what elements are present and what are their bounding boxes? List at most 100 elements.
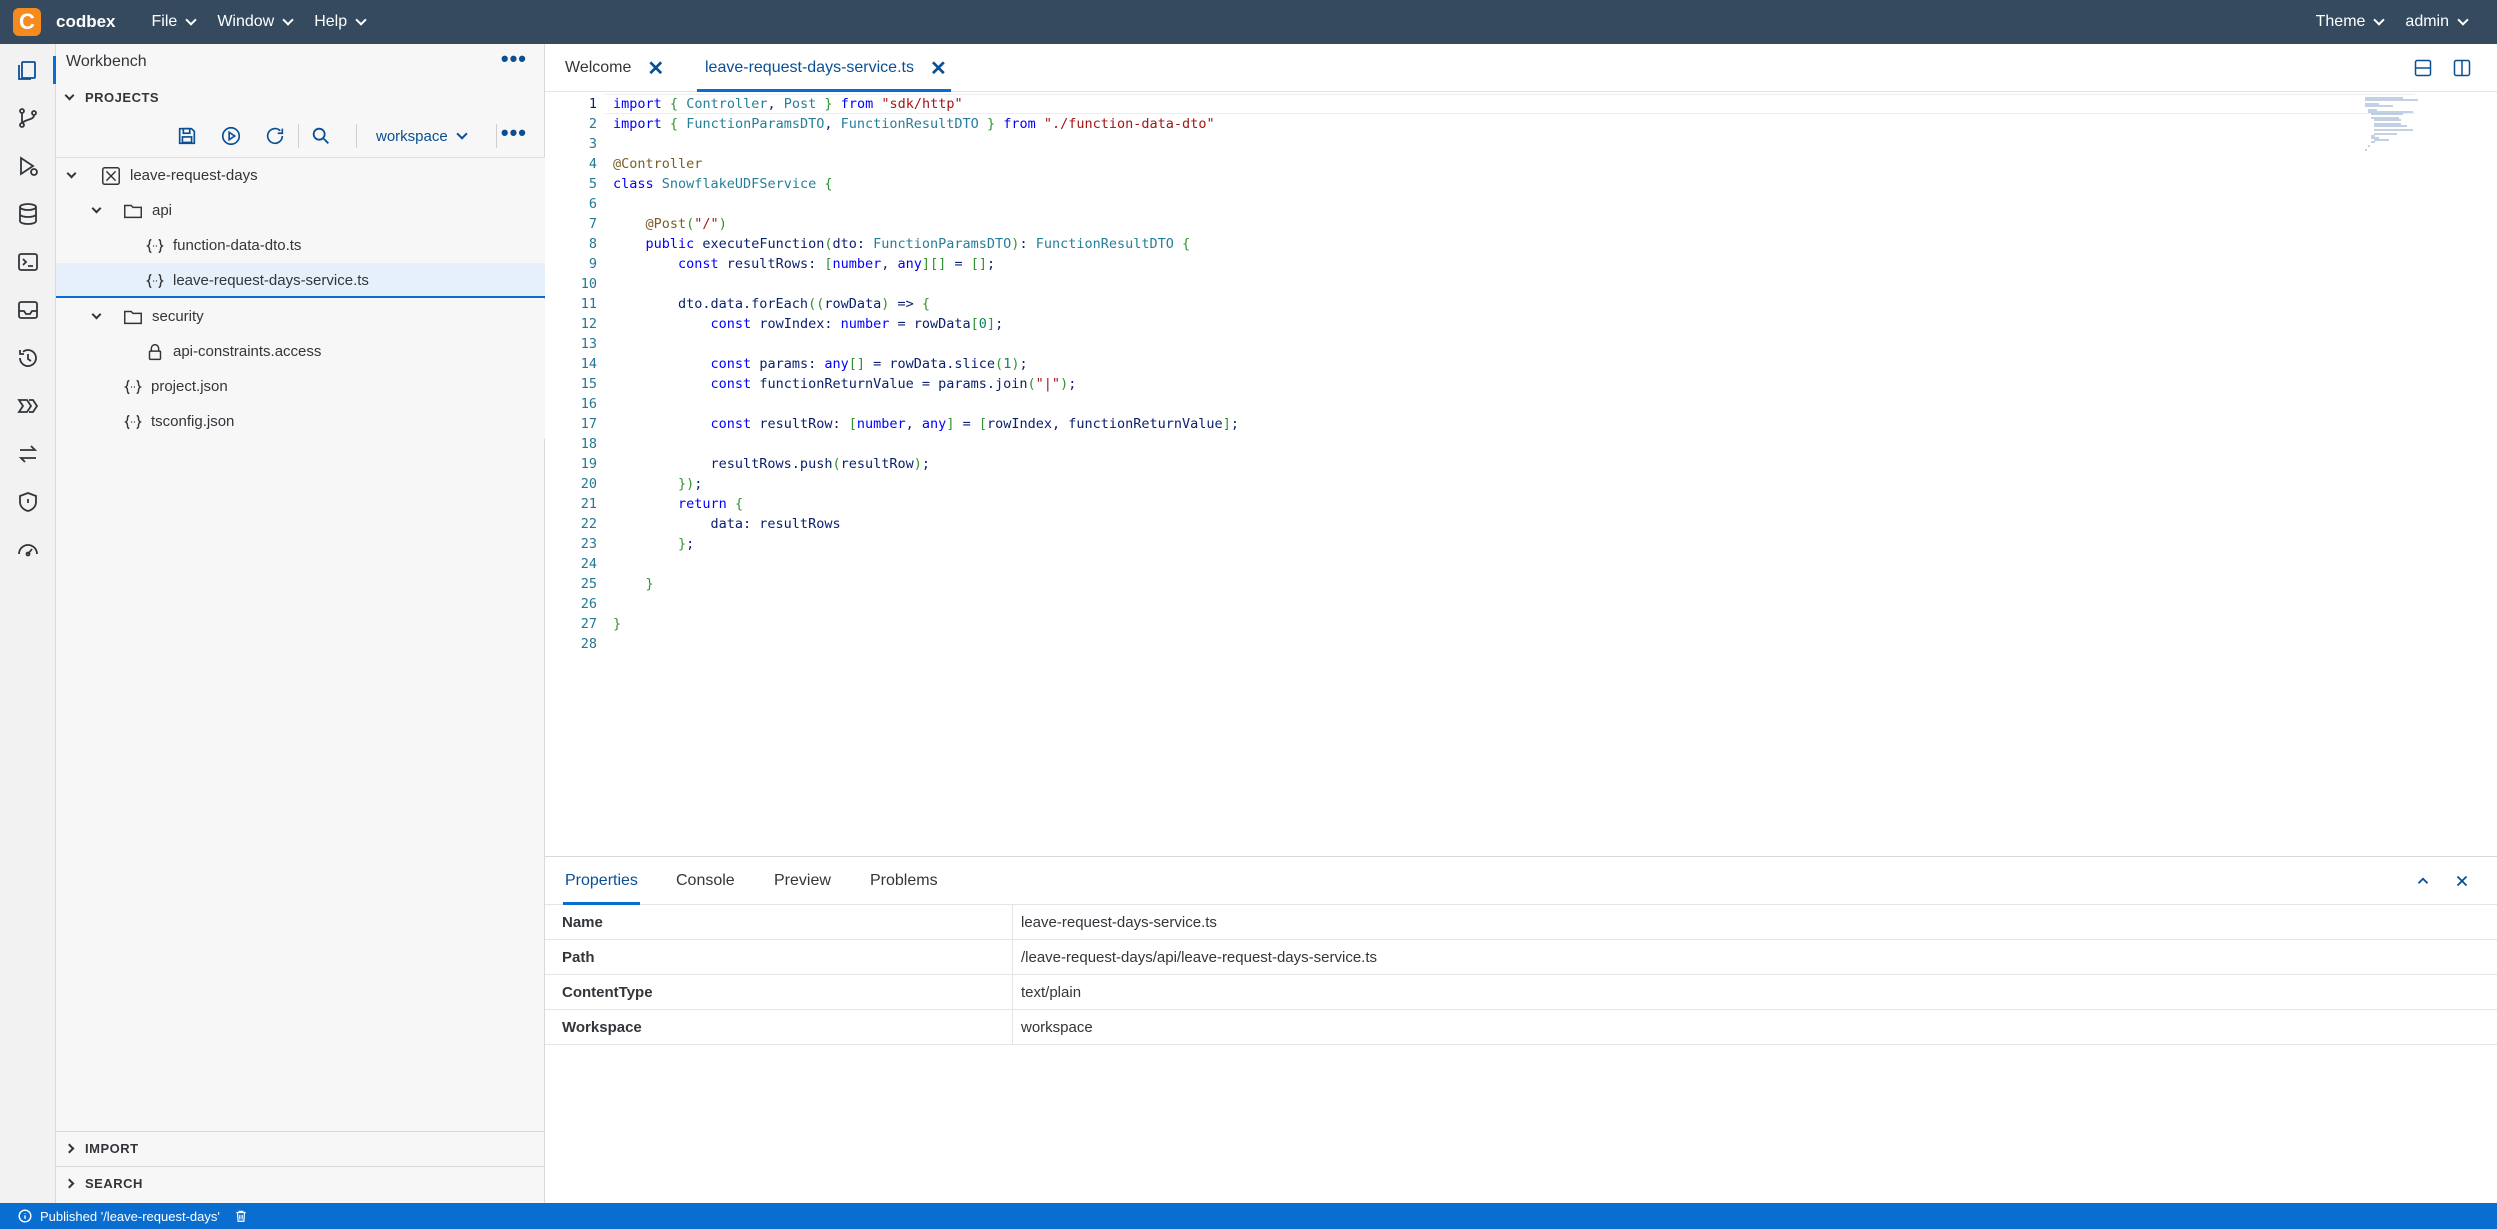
transfer-icon[interactable] xyxy=(0,430,56,478)
line-number: 25 xyxy=(580,576,597,592)
editor-tabs: Welcome ✕ leave-request-days-service.ts … xyxy=(545,44,2497,92)
code-line: @Post("/") xyxy=(645,216,727,232)
menu-help[interactable]: Help xyxy=(314,13,367,31)
minimap[interactable] xyxy=(2363,96,2453,156)
split-vertical-icon[interactable] xyxy=(2450,56,2474,80)
line-number: 22 xyxy=(580,516,597,532)
activity-bar xyxy=(0,44,56,1203)
tree-item-project[interactable]: leave-request-days xyxy=(56,158,545,193)
code-line: resultRows.push(resultRow); xyxy=(613,456,931,472)
close-icon[interactable]: ✕ xyxy=(930,56,947,81)
tab-preview[interactable]: Preview xyxy=(774,857,831,905)
tree-item-folder[interactable]: security xyxy=(56,299,545,334)
maximize-panel-icon[interactable] xyxy=(2411,869,2435,893)
line-number: 12 xyxy=(580,316,597,332)
close-icon[interactable]: ✕ xyxy=(647,56,664,81)
code-editor: Welcome ✕ leave-request-days-service.ts … xyxy=(545,44,2497,856)
line-number: 17 xyxy=(580,416,597,432)
publish-icon[interactable] xyxy=(216,122,246,150)
tab-console[interactable]: Console xyxy=(676,857,735,905)
section-search[interactable]: SEARCH xyxy=(56,1166,545,1200)
line-number: 10 xyxy=(580,276,597,292)
tab-properties[interactable]: Properties xyxy=(563,857,640,905)
tree-item-file-selected[interactable]: leave-request-days-service.ts xyxy=(56,263,545,298)
line-number: 3 xyxy=(588,136,597,152)
line-number: 5 xyxy=(588,176,597,192)
brand-name: codbex xyxy=(56,12,116,31)
code-file-icon xyxy=(124,414,142,430)
code-line: @Controller xyxy=(613,156,703,172)
bottom-tabs: Properties Console Preview Problems xyxy=(545,857,2497,905)
tree-item-folder[interactable]: api xyxy=(56,193,545,228)
property-key: Name xyxy=(562,914,603,931)
menu-theme[interactable]: Theme xyxy=(2316,13,2386,31)
info-icon xyxy=(18,1209,32,1223)
chevron-down-icon xyxy=(2373,14,2386,26)
workbench-icon[interactable] xyxy=(0,46,56,94)
property-key: Workspace xyxy=(562,1019,642,1036)
search-icon[interactable] xyxy=(306,122,336,150)
security-icon[interactable] xyxy=(0,478,56,526)
inbox-icon[interactable] xyxy=(0,286,56,334)
line-number: 28 xyxy=(580,636,597,652)
projects-toolbar: workspace ••• xyxy=(56,114,545,158)
code-line: import { FunctionParamsDTO, FunctionResu… xyxy=(613,116,1215,132)
property-key: ContentType xyxy=(562,984,653,1001)
refresh-icon[interactable] xyxy=(260,122,290,150)
workspace-select[interactable]: workspace xyxy=(376,122,468,150)
terminal-icon[interactable] xyxy=(0,238,56,286)
code-file-icon xyxy=(124,379,142,395)
pipeline-icon[interactable] xyxy=(0,382,56,430)
codbex-logo[interactable]: C xyxy=(13,8,41,36)
line-number: 13 xyxy=(580,336,597,352)
database-icon[interactable] xyxy=(0,190,56,238)
line-number: 14 xyxy=(580,356,597,372)
chevron-right-icon xyxy=(64,1143,75,1154)
section-projects[interactable]: PROJECTS xyxy=(56,80,545,114)
code-line: }; xyxy=(678,536,695,552)
line-number: 21 xyxy=(580,496,597,512)
line-number: 1 xyxy=(588,96,597,112)
line-number: 15 xyxy=(580,376,597,392)
line-number: 23 xyxy=(580,536,597,552)
tab-welcome[interactable]: Welcome ✕ xyxy=(565,44,664,92)
git-icon[interactable] xyxy=(0,94,56,142)
line-number: 16 xyxy=(580,396,597,412)
section-import[interactable]: IMPORT xyxy=(56,1131,545,1165)
dashboard-icon[interactable] xyxy=(0,526,56,574)
chevron-down-icon xyxy=(456,128,468,140)
split-horizontal-icon[interactable] xyxy=(2411,56,2435,80)
line-number: 27 xyxy=(580,616,597,632)
more-options-icon[interactable]: ••• xyxy=(501,46,527,72)
tree-item-file[interactable]: api-constraints.access xyxy=(56,334,545,369)
more-options-icon[interactable]: ••• xyxy=(501,120,527,146)
save-icon[interactable] xyxy=(172,122,202,150)
bottom-panel: Properties Console Preview Problems Name… xyxy=(545,856,2497,1203)
top-bar: C codbex File Window Help Theme admin xyxy=(0,0,2497,44)
property-value: text/plain xyxy=(1021,984,1082,1001)
line-number: 6 xyxy=(588,196,597,212)
chevron-down-icon xyxy=(64,90,75,100)
tree-item-file[interactable]: function-data-dto.ts xyxy=(56,228,545,263)
menu-file[interactable]: File xyxy=(152,13,197,31)
menu-user[interactable]: admin xyxy=(2405,13,2469,31)
line-number: 11 xyxy=(580,296,597,312)
status-message: Published '/leave-request-days' xyxy=(40,1208,220,1224)
trash-icon[interactable] xyxy=(234,1209,248,1223)
code-file-icon xyxy=(146,238,164,254)
tab-service-file[interactable]: leave-request-days-service.ts ✕ xyxy=(697,44,951,92)
panel-title: Workbench xyxy=(66,53,147,70)
tree-item-file[interactable]: project.json xyxy=(56,369,545,404)
chevron-down-icon xyxy=(355,14,367,26)
tree-item-file[interactable]: tsconfig.json xyxy=(56,404,545,439)
history-icon[interactable] xyxy=(0,334,56,382)
table-row: Name leave-request-days-service.ts xyxy=(545,905,2497,940)
property-value: workspace xyxy=(1021,1019,1093,1036)
debug-icon[interactable] xyxy=(0,142,56,190)
code-line: public executeFunction(dto: FunctionPara… xyxy=(645,236,1191,252)
property-value: leave-request-days-service.ts xyxy=(1021,914,1217,931)
close-panel-icon[interactable] xyxy=(2450,869,2474,893)
code-file-icon xyxy=(146,273,164,289)
menu-window[interactable]: Window xyxy=(217,13,294,31)
tab-problems[interactable]: Problems xyxy=(870,857,938,905)
